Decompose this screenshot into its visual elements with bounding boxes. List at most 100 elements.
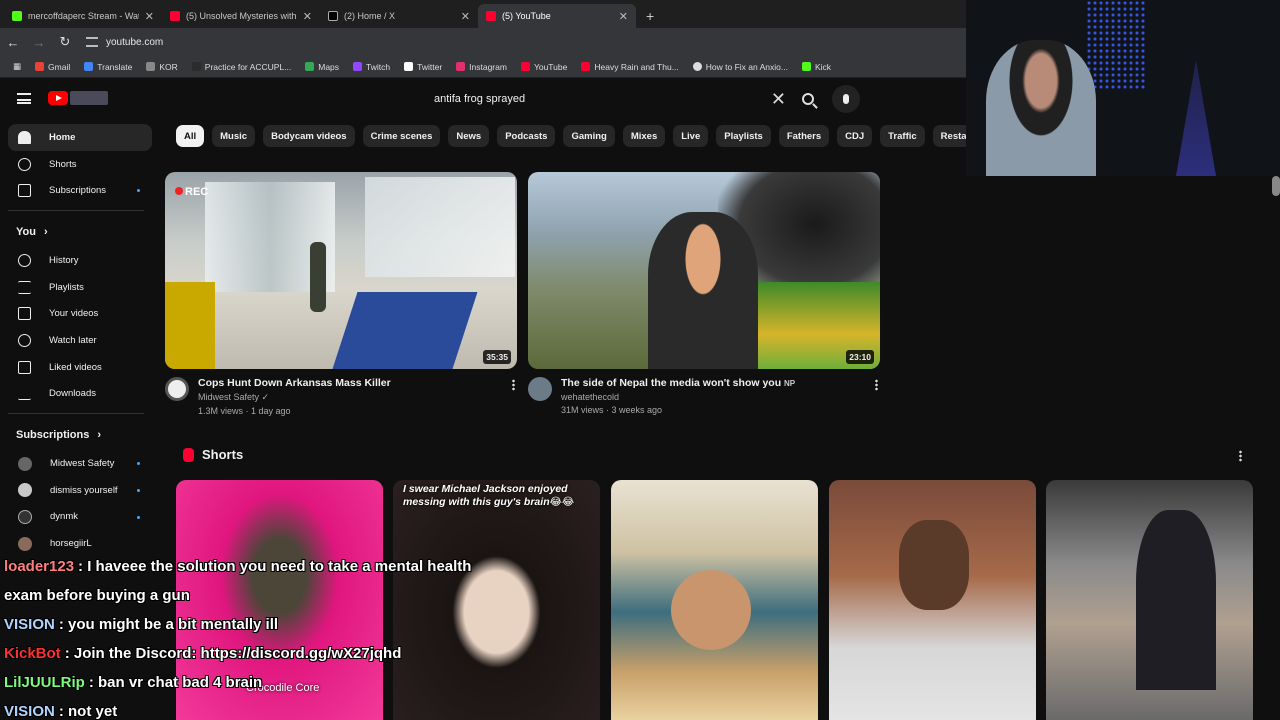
back-arrow-icon[interactable]: ← xyxy=(6,35,20,50)
sidebar-item-label: Subscriptions xyxy=(49,185,107,197)
bookmark-item[interactable]: Kick xyxy=(795,62,838,72)
browser-tab-bar: mercoffdaperc Stream - Watch ✕ (5) Unsol… xyxy=(0,0,966,28)
bookmark-item[interactable]: Instagram xyxy=(449,62,514,72)
search-bar[interactable]: antifa frog sprayed ✕ xyxy=(424,85,822,113)
video-duration: 23:10 xyxy=(846,350,874,364)
sidebar-item-channel[interactable]: dismiss yourself xyxy=(8,477,152,504)
bookmark-item[interactable]: Twitch xyxy=(346,62,397,72)
browser-tab[interactable]: (2) Home / X ✕ xyxy=(320,4,478,28)
menu-icon[interactable] xyxy=(17,93,31,104)
short-card[interactable] xyxy=(1046,480,1253,720)
reload-icon[interactable]: ↻ xyxy=(58,34,72,50)
chip-all[interactable]: All xyxy=(176,125,205,147)
chip-crime-scenes[interactable]: Crime scenes xyxy=(362,125,441,147)
sidebar-item-your-videos[interactable]: Your videos xyxy=(8,300,152,327)
channel-name-text: Midwest Safety xyxy=(198,392,260,402)
scrollbar[interactable] xyxy=(1272,176,1280,196)
kick-icon xyxy=(801,62,811,71)
sidebar-item-history[interactable]: History xyxy=(8,247,152,274)
youtube-logo-wordmark[interactable] xyxy=(70,91,108,105)
new-tab-button[interactable]: + xyxy=(636,8,664,28)
browser-tab[interactable]: mercoffdaperc Stream - Watch ✕ xyxy=(4,4,162,28)
sidebar-item-channel[interactable]: dynmk xyxy=(8,504,152,531)
sidebar-item-liked-videos[interactable]: Liked videos xyxy=(8,354,152,381)
bookmark-item[interactable]: How to Fix an Anxio... xyxy=(686,62,795,72)
chat-username: loader123 xyxy=(4,558,75,575)
divider xyxy=(8,413,144,415)
search-icon[interactable] xyxy=(802,93,814,105)
sidebar-subscriptions-heading[interactable]: Subscriptions › xyxy=(0,420,150,450)
sidebar-item-label: dismiss yourself xyxy=(50,484,118,496)
chip-traffic[interactable]: Traffic xyxy=(880,125,925,147)
channel-avatar[interactable] xyxy=(165,377,189,401)
bookmark-item[interactable]: Gmail xyxy=(28,62,77,72)
thumbs-up-icon xyxy=(18,360,31,374)
bookmark-item[interactable]: Translate xyxy=(77,62,139,72)
chip-bodycam-videos[interactable]: Bodycam videos xyxy=(263,125,355,147)
video-card[interactable]: REC 35:35 Cops Hunt Down Arkansas Mass K… xyxy=(165,172,517,416)
chip-playlists[interactable]: Playlists xyxy=(716,125,771,147)
video-title[interactable]: Cops Hunt Down Arkansas Mass Killer xyxy=(198,377,391,389)
browser-tab-active[interactable]: (5) YouTube ✕ xyxy=(478,4,636,28)
short-caption: I swear Michael Jackson enjoyed messing … xyxy=(403,483,575,508)
bookmark-label: Heavy Rain and Thu... xyxy=(594,61,679,72)
sidebar-you-heading[interactable]: You › xyxy=(0,217,150,247)
chat-text: exam before buying a gun xyxy=(4,587,190,604)
chip-live[interactable]: Live xyxy=(673,125,709,147)
channel-avatar[interactable] xyxy=(528,377,552,401)
forward-arrow-icon[interactable]: → xyxy=(32,35,46,50)
chat-message: LilJUULRip: ban vr chat bad 4 brain xyxy=(4,668,624,697)
sidebar-item-channel[interactable]: Midwest Safety xyxy=(8,450,152,477)
chip-news[interactable]: News xyxy=(448,125,490,147)
video-thumbnail[interactable]: 23:10 xyxy=(528,172,880,369)
close-tab-icon[interactable]: ✕ xyxy=(461,10,470,23)
tab-title: (2) Home / X xyxy=(344,11,396,21)
clear-search-icon[interactable]: ✕ xyxy=(771,89,786,110)
bookmark-item[interactable]: KOR xyxy=(139,62,184,72)
url-field[interactable]: youtube.com xyxy=(86,37,163,48)
chat-message: exam before buying a gun xyxy=(4,581,624,610)
close-tab-icon[interactable]: ✕ xyxy=(145,10,154,23)
sidebar: Home Shorts Subscriptions You › History P… xyxy=(0,124,152,557)
chip-music[interactable]: Music xyxy=(212,125,256,147)
chat-message: VISION: you might be a bit mentally ill xyxy=(4,610,624,639)
bookmark-item[interactable]: Twitter xyxy=(397,62,449,72)
chip-fathers[interactable]: Fathers xyxy=(778,125,830,147)
sidebar-item-playlists[interactable]: Playlists xyxy=(8,274,152,301)
chip-gaming[interactable]: Gaming xyxy=(563,125,615,147)
sidebar-item-subscriptions[interactable]: Subscriptions xyxy=(8,177,152,204)
more-options-icon[interactable] xyxy=(1239,450,1242,462)
more-options-icon[interactable] xyxy=(512,379,515,391)
bookmark-item[interactable]: YouTube xyxy=(514,62,574,72)
apps-grid-icon[interactable]: ▦ xyxy=(6,61,28,72)
voice-search-button[interactable] xyxy=(832,85,860,113)
video-thumbnail[interactable]: REC 35:35 xyxy=(165,172,517,369)
more-options-icon[interactable] xyxy=(875,379,878,391)
youtube-logo-icon[interactable] xyxy=(48,91,68,105)
browser-tab[interactable]: (5) Unsolved Mysteries with Rol ✕ xyxy=(162,4,320,28)
search-input[interactable]: antifa frog sprayed xyxy=(434,93,771,105)
short-card[interactable] xyxy=(829,480,1036,720)
close-tab-icon[interactable]: ✕ xyxy=(303,10,312,23)
bookmark-item[interactable]: Heavy Rain and Thu... xyxy=(574,62,685,72)
channel-name[interactable]: Midwest Safety ✓ xyxy=(198,392,391,403)
video-meta: The side of Nepal the media won't show y… xyxy=(528,377,880,415)
sidebar-item-home[interactable]: Home xyxy=(8,124,152,151)
bookmark-item[interactable]: Practice for ACCUPL... xyxy=(185,62,298,72)
sidebar-item-shorts[interactable]: Shorts xyxy=(8,151,152,178)
channel-name[interactable]: wehatethecold xyxy=(561,392,795,402)
chip-podcasts[interactable]: Podcasts xyxy=(497,125,556,147)
sidebar-item-watch-later[interactable]: Watch later xyxy=(8,327,152,354)
chip-cdj[interactable]: CDJ xyxy=(837,125,873,147)
video-title[interactable]: The side of Nepal the media won't show y… xyxy=(561,377,795,389)
bookmark-item[interactable]: Maps xyxy=(298,62,346,72)
short-card[interactable] xyxy=(611,480,818,720)
site-info-icon[interactable] xyxy=(86,37,98,47)
address-bar-row: ← → ↻ youtube.com xyxy=(0,28,966,56)
youtube-icon xyxy=(581,62,591,71)
sidebar-item-downloads[interactable]: Downloads xyxy=(8,381,152,408)
video-card[interactable]: 23:10 The side of Nepal the media won't … xyxy=(528,172,880,415)
home-icon xyxy=(18,130,31,144)
chip-mixes[interactable]: Mixes xyxy=(622,125,666,147)
close-tab-icon[interactable]: ✕ xyxy=(619,10,628,23)
